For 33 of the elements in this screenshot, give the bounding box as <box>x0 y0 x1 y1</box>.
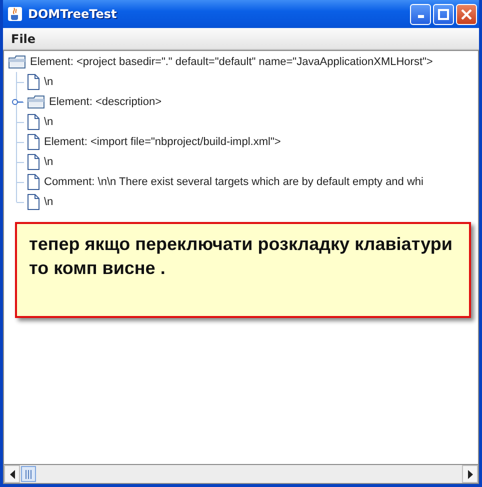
scrollbar-thumb[interactable] <box>21 466 36 482</box>
close-icon <box>461 8 472 20</box>
minimize-button[interactable] <box>410 4 431 24</box>
file-icon <box>27 174 40 190</box>
tree-node-label[interactable]: \n <box>44 156 54 168</box>
right-arrow-icon <box>468 470 472 478</box>
window-title: DOMTreeTest <box>28 7 118 21</box>
close-button[interactable] <box>456 4 477 24</box>
scroll-left-button[interactable] <box>4 465 20 483</box>
file-icon <box>27 134 40 150</box>
menu-item[interactable]: File <box>7 32 40 46</box>
grip-icon <box>25 470 32 478</box>
file-icon <box>27 74 40 90</box>
tree-node-label[interactable]: Comment: \n\n There exist several targets which are by default empty and whi <box>44 176 424 188</box>
horizontal-scrollbar[interactable] <box>4 464 478 483</box>
file-icon <box>27 194 40 210</box>
tree-node-label[interactable]: \n <box>44 116 54 128</box>
note-text: тепер якщо переключати розкладку клавіатури то комп висне . <box>15 222 471 318</box>
tree-node-label[interactable]: Element: <import file="nbproject/build-impl.xml"> <box>44 136 281 148</box>
maximize-icon <box>438 8 449 20</box>
file-icon <box>27 114 40 130</box>
tree-node-label[interactable]: \n <box>44 76 54 88</box>
file-icon <box>27 154 40 170</box>
scroll-right-button[interactable] <box>462 465 478 483</box>
folder-icon <box>8 55 26 69</box>
cup-icon <box>7 6 23 22</box>
tree-node-label[interactable]: \n <box>44 196 54 208</box>
collapsed-handle-icon[interactable] <box>12 98 23 106</box>
maximize-button[interactable] <box>433 4 454 24</box>
folder-icon <box>27 95 45 109</box>
left-arrow-icon <box>10 470 14 478</box>
tree-node-label[interactable]: Element: <description> <box>49 96 162 108</box>
tree-node-label[interactable]: Element: <project basedir="." default="default" name="JavaApplicationXMLHorst"> <box>30 56 433 68</box>
